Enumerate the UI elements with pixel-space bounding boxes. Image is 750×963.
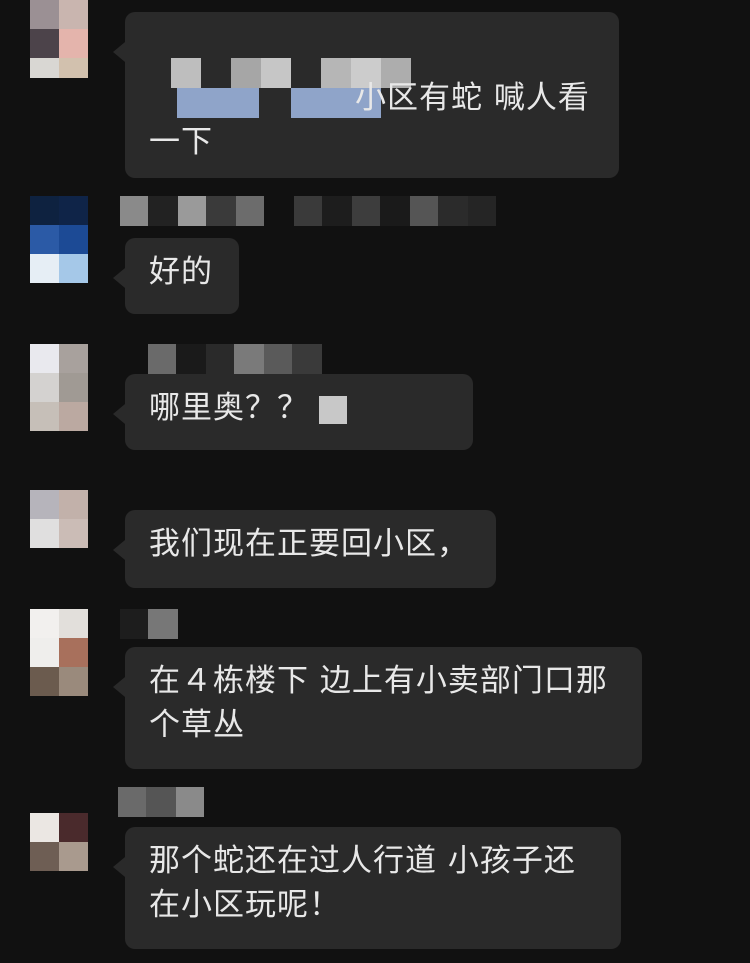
message-bubble[interactable]: 哪里奥？？ (113, 374, 473, 450)
message-text: 我们现在正要回小区， (149, 526, 469, 562)
sender-name-redacted (118, 787, 204, 817)
redacted-emoji (319, 395, 347, 424)
sender-name-redacted (120, 196, 496, 226)
avatar[interactable] (30, 609, 88, 697)
message-bubble[interactable]: 在４栋楼下 边上有小卖部门口那 个草丛 (113, 647, 642, 769)
avatar[interactable] (30, 490, 88, 550)
message-text-line2: 个草丛 (149, 707, 245, 743)
avatar[interactable] (30, 344, 88, 432)
message-bubble[interactable]: 小区有蛇 喊人看 一下 (113, 12, 619, 178)
avatar[interactable] (30, 813, 88, 873)
sender-name-redacted (120, 609, 178, 639)
avatar[interactable] (30, 196, 88, 284)
message-text: 哪里奥？？ (149, 390, 309, 426)
message-text: 小区有蛇 喊人看 (355, 80, 590, 116)
message-bubble[interactable]: 好的 (113, 238, 239, 314)
message-bubble[interactable]: 我们现在正要回小区， (113, 510, 496, 588)
message-text: 好的 (149, 254, 213, 290)
message-text-line2: 在小区玩呢！ (149, 887, 341, 923)
message-text-line2: 一下 (149, 124, 213, 160)
avatar[interactable] (30, 0, 88, 78)
message-text: 在４栋楼下 边上有小卖部门口那 (149, 663, 608, 699)
message-text: 那个蛇还在过人行道 小孩子还 (149, 843, 576, 879)
sender-name-redacted (148, 344, 322, 374)
message-bubble[interactable]: 那个蛇还在过人行道 小孩子还 在小区玩呢！ (113, 827, 621, 949)
